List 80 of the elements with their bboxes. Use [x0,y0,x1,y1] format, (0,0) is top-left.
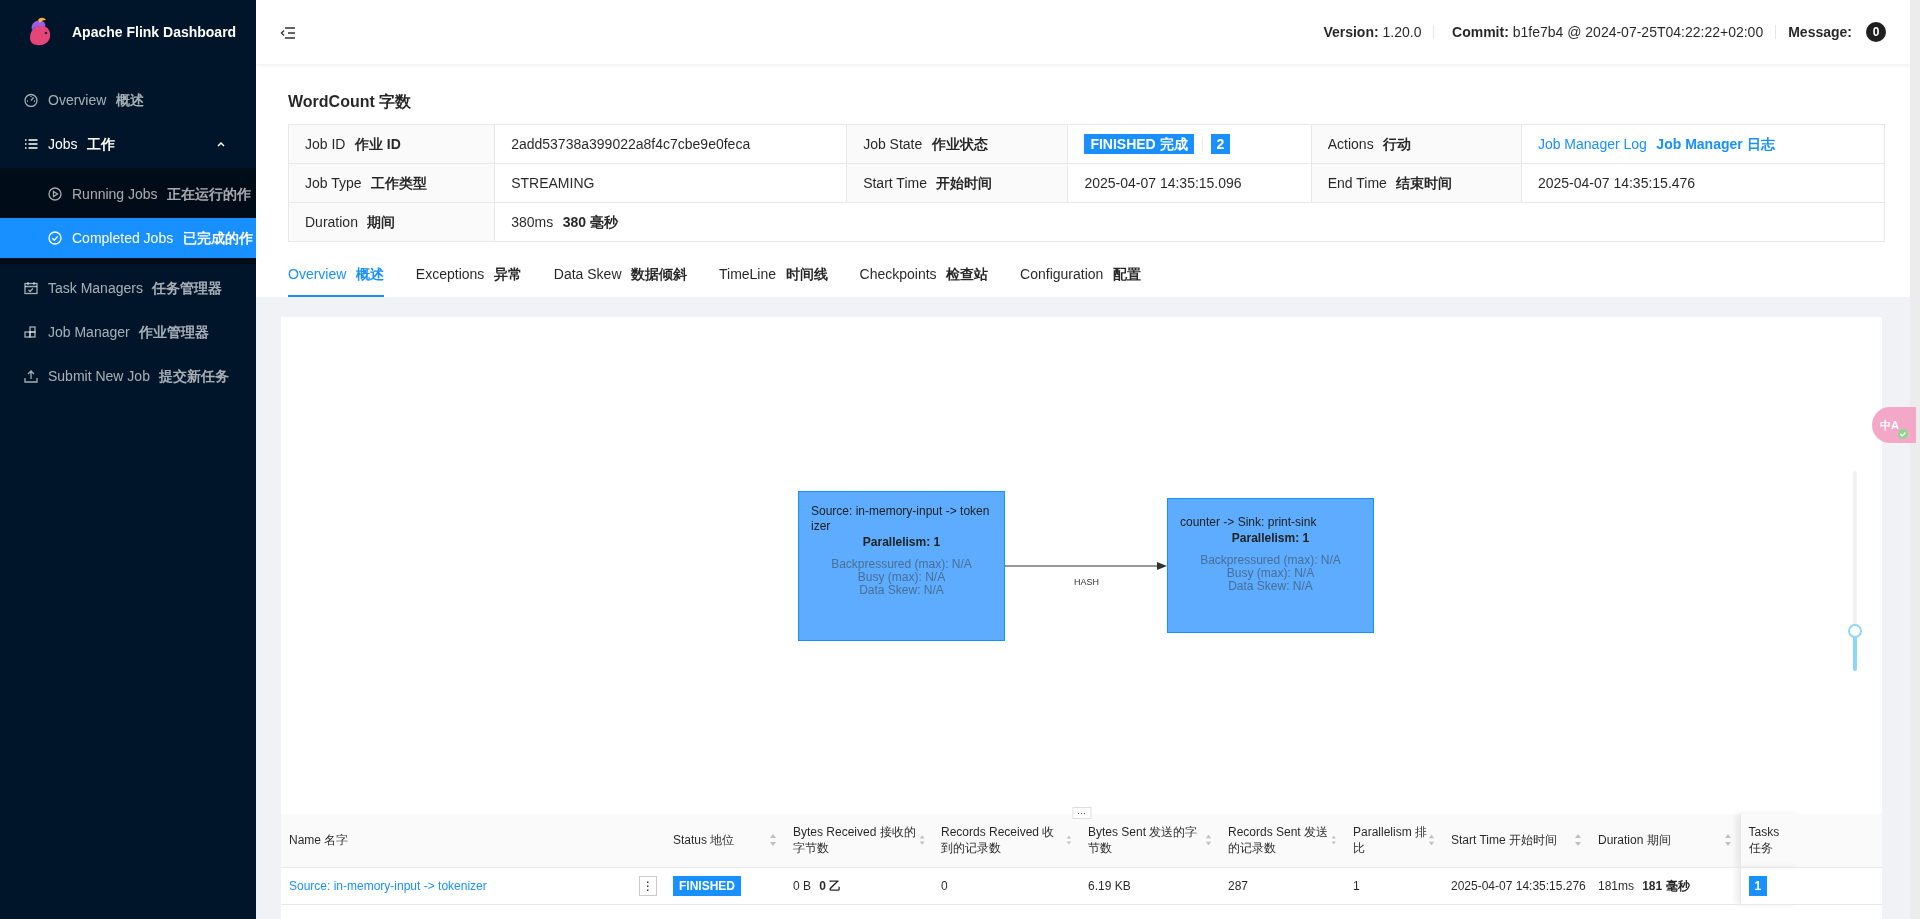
table-cell-text: 1 [1353,878,1360,893]
sidebar-item[interactable]: Jobs 工作 [0,124,256,164]
column-header-text: Records Sent 发送的记录数 [1228,824,1330,857]
detail-label: Job Type 工作类型 [305,174,428,191]
detail-label: Actions 行动 [1327,135,1412,152]
zoom-slider[interactable] [1848,471,1862,671]
sidebar-item[interactable]: Overview 概述 [0,80,256,120]
column-header-cell[interactable]: Records Sent 发送的记录数 [1220,814,1345,867]
column-header-text: Bytes Received 接收的字节数 [793,824,917,857]
tab[interactable]: Data Skew 数据倾斜 [553,254,687,297]
column-header-cell[interactable]: Parallelism 排比 [1345,814,1443,867]
message-count-badge: 0 [1866,22,1886,42]
tab[interactable]: Checkpoints 检查站 [859,254,989,297]
column-header-text: Status 地位 [673,832,735,849]
edge-label: HASH [1074,576,1099,589]
graph-node[interactable]: counter -> Sink: print-sink Parallelism: 1 Backpressured (max): N/A Busy (max): N/A Data Skew: N/A [1167,498,1374,633]
column-header-cell[interactable]: Start Time 开始时间 [1443,814,1590,867]
resize-handle[interactable]: ··· [1072,807,1091,819]
table-cell-text: 181ms 181 毫秒 [1598,878,1690,893]
check-circle-icon [48,231,62,245]
calendar-icon [24,281,38,295]
count-badge: 2 [1210,133,1231,154]
list-icon [24,137,38,151]
column-header-text: Tasks 任务 [1748,824,1781,857]
sort-icon [1723,833,1732,848]
slider-handle[interactable] [1848,624,1862,638]
detail-value: 380ms 380 毫秒 [511,213,618,230]
table-cell-text: 287 [1228,878,1249,893]
column-header-text: Duration 期间 [1598,832,1671,849]
sidebar-item[interactable]: Task Managers 任务管理器 [0,268,256,308]
tab[interactable]: TimeLine 时间线 [719,254,828,297]
detail-label: Start Time 开始时间 [863,174,993,191]
detail-label: End Time 结束时间 [1327,174,1453,191]
gauge-icon [24,93,38,107]
column-header-text: Records Received 收到的记录数 [941,824,1056,857]
sort-icon [1205,833,1212,848]
job-title: WordCount 字数 [288,92,412,112]
table-cell-text: 2025-04-07 14:35:15.276 [1451,878,1586,893]
tab[interactable]: Configuration 配置 [1020,254,1141,297]
sort-icon [1428,833,1435,848]
column-header-text: Name 名字 [289,832,349,849]
column-header-cell[interactable]: Records Received 收到的记录数 [933,814,1080,867]
column-header-cell[interactable]: Bytes Received 接收的字节数 [785,814,933,867]
detail-value: 2add53738a399022a8f4c7cbe9e0feca [511,135,751,152]
message-label: Message: [1788,22,1852,42]
blocks-icon [24,325,38,339]
detail-value: 2025-04-07 14:35:15.476 [1537,174,1696,191]
column-header-cell[interactable]: Status 地位 [665,814,785,867]
tasks-count-badge: 1 [1748,875,1768,896]
column-header-text: Start Time 开始时间 [1451,832,1557,849]
column-header-text: Bytes Sent 发送的字节数 [1088,824,1199,857]
table-cell-text: 0 [941,878,948,893]
detail-label: Job ID 作业 ID [305,135,401,152]
status-badge: FINISHED 完成 [1084,133,1194,154]
commit-text: Commit: b1fe7b4 @ 2024-07-25T04:22:22+02:00 [1451,22,1764,42]
app-title: Apache Flink Dashboard [72,22,237,42]
detail-label: Job State 作业状态 [863,135,988,152]
sidebar-item[interactable]: Submit New Job 提交新任务 [0,356,256,396]
detail-value: 2025-04-07 14:35:15.096 [1084,174,1242,191]
sidebar-subitem[interactable]: Running Jobs 正在运行的作 [0,174,256,214]
version-text: Version: 1.20.0 [1322,22,1422,42]
menu-fold-icon [280,25,296,40]
detail-label: Duration 期间 [305,213,396,230]
status-badge: FINISHED [673,875,741,896]
caret-icon [216,139,226,149]
sidebar-item[interactable]: Job Manager 作业管理器 [0,312,256,352]
table-cell-text: 0 B 0 乙 [793,878,842,893]
graph-node[interactable]: Source: in-memory-input -> tokenizer Parallelism: 1 Backpressured (max): N/A Busy (max): N/A Data Skew: N/A [798,491,1005,641]
sort-icon [1574,833,1582,848]
tab[interactable]: Exceptions 异常 [415,254,522,297]
detail-value: STREAMING [511,174,595,191]
check-circle-icon [1898,429,1908,439]
column-header-cell[interactable]: Duration 期间 [1590,814,1740,867]
play-circle-icon [48,187,62,201]
upload-icon [24,369,38,383]
sort-icon [769,833,777,848]
column-header-cell[interactable]: Bytes Sent 发送的字节数 [1080,814,1220,867]
table-cell-text: 6.19 KB [1088,878,1131,893]
column-header-text: Parallelism 排比 [1353,824,1428,857]
more-menu-button[interactable]: ⋮ [639,875,657,896]
